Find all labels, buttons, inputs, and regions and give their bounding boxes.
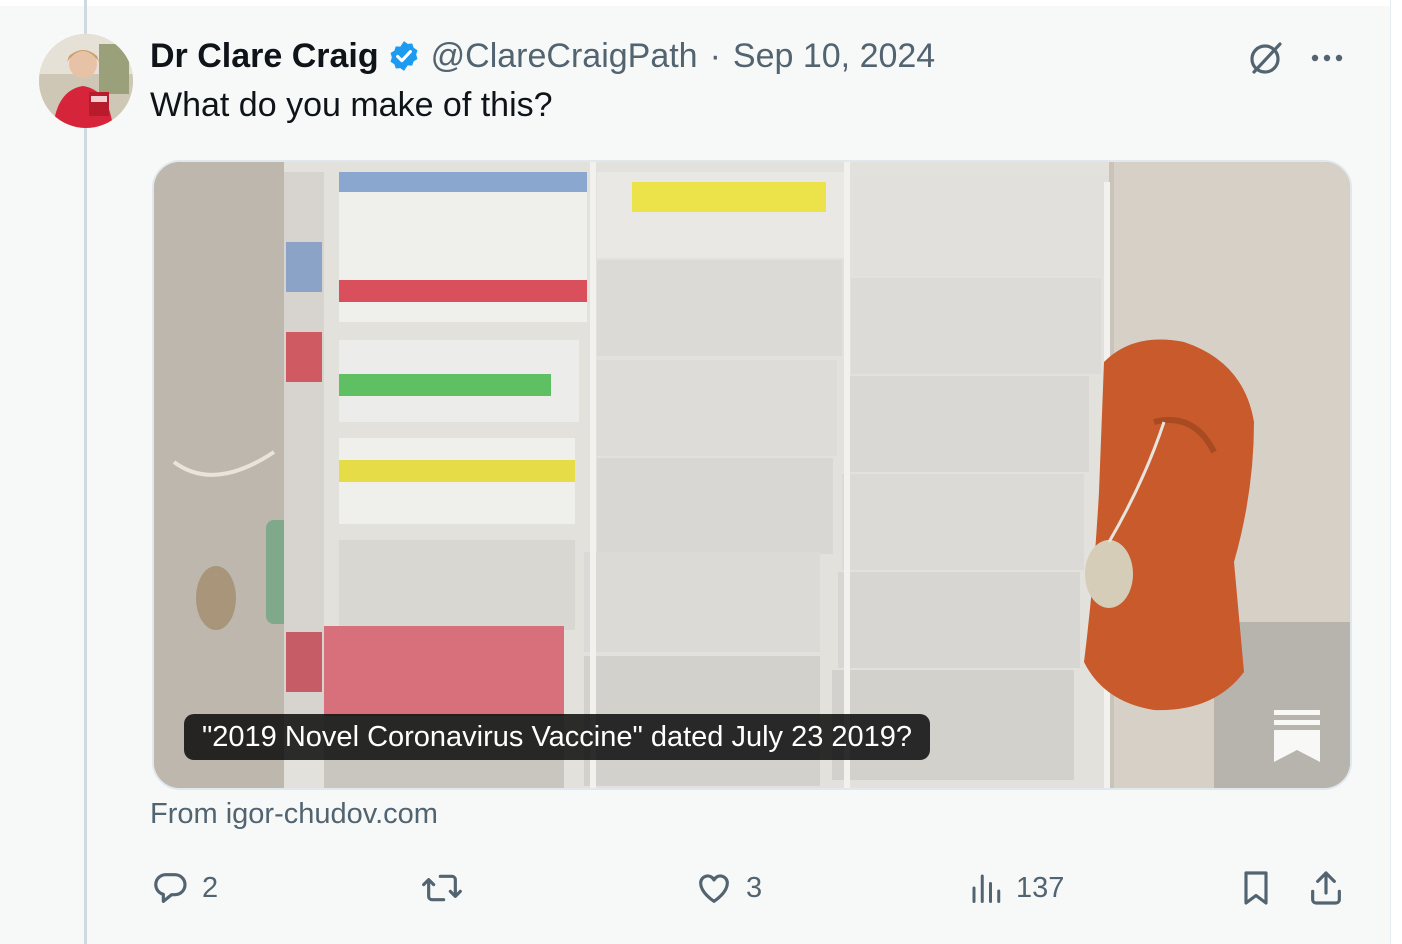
post-header: Dr Clare Craig @ClareCraigPath · Sep 10,… — [150, 34, 935, 78]
media-bookmark-icon[interactable] — [1274, 710, 1320, 762]
share-button[interactable] — [1306, 860, 1346, 916]
views-button[interactable]: 137 — [968, 860, 1064, 916]
like-icon — [694, 868, 734, 908]
post-date[interactable]: Sep 10, 2024 — [733, 37, 935, 76]
repost-button[interactable] — [420, 860, 476, 916]
post-text: What do you make of this? — [150, 86, 553, 124]
author-handle[interactable]: @ClareCraigPath — [431, 37, 698, 76]
bookmark-button[interactable] — [1236, 860, 1276, 916]
reply-button[interactable]: 2 — [150, 860, 218, 916]
reply-count: 2 — [202, 871, 219, 904]
tweet-container[interactable]: Dr Clare Craig @ClareCraigPath · Sep 10,… — [0, 0, 1391, 944]
thread-line — [84, 0, 87, 944]
media-caption: "2019 Novel Coronavirus Vaccine" dated J… — [184, 714, 931, 760]
like-count: 3 — [746, 871, 763, 904]
more-icon[interactable] — [1304, 36, 1350, 80]
media-image[interactable]: "2019 Novel Coronavirus Vaccine" dated J… — [152, 160, 1352, 790]
views-count: 137 — [1016, 871, 1065, 904]
action-bar: 2 3 137 — [0, 860, 1390, 916]
top-divider — [0, 0, 1390, 6]
repost-icon — [420, 868, 464, 908]
bookmark-icon — [1236, 868, 1276, 908]
views-icon — [968, 868, 1004, 908]
share-icon — [1306, 868, 1346, 908]
separator-dot: · — [709, 36, 721, 75]
author-name[interactable]: Dr Clare Craig — [150, 37, 379, 76]
source-link[interactable]: From igor-chudov.com — [150, 798, 438, 831]
grok-icon[interactable] — [1244, 36, 1288, 80]
like-button[interactable]: 3 — [694, 860, 762, 916]
verified-badge-icon — [387, 39, 421, 73]
avatar[interactable] — [39, 34, 133, 128]
reply-icon — [150, 868, 190, 908]
